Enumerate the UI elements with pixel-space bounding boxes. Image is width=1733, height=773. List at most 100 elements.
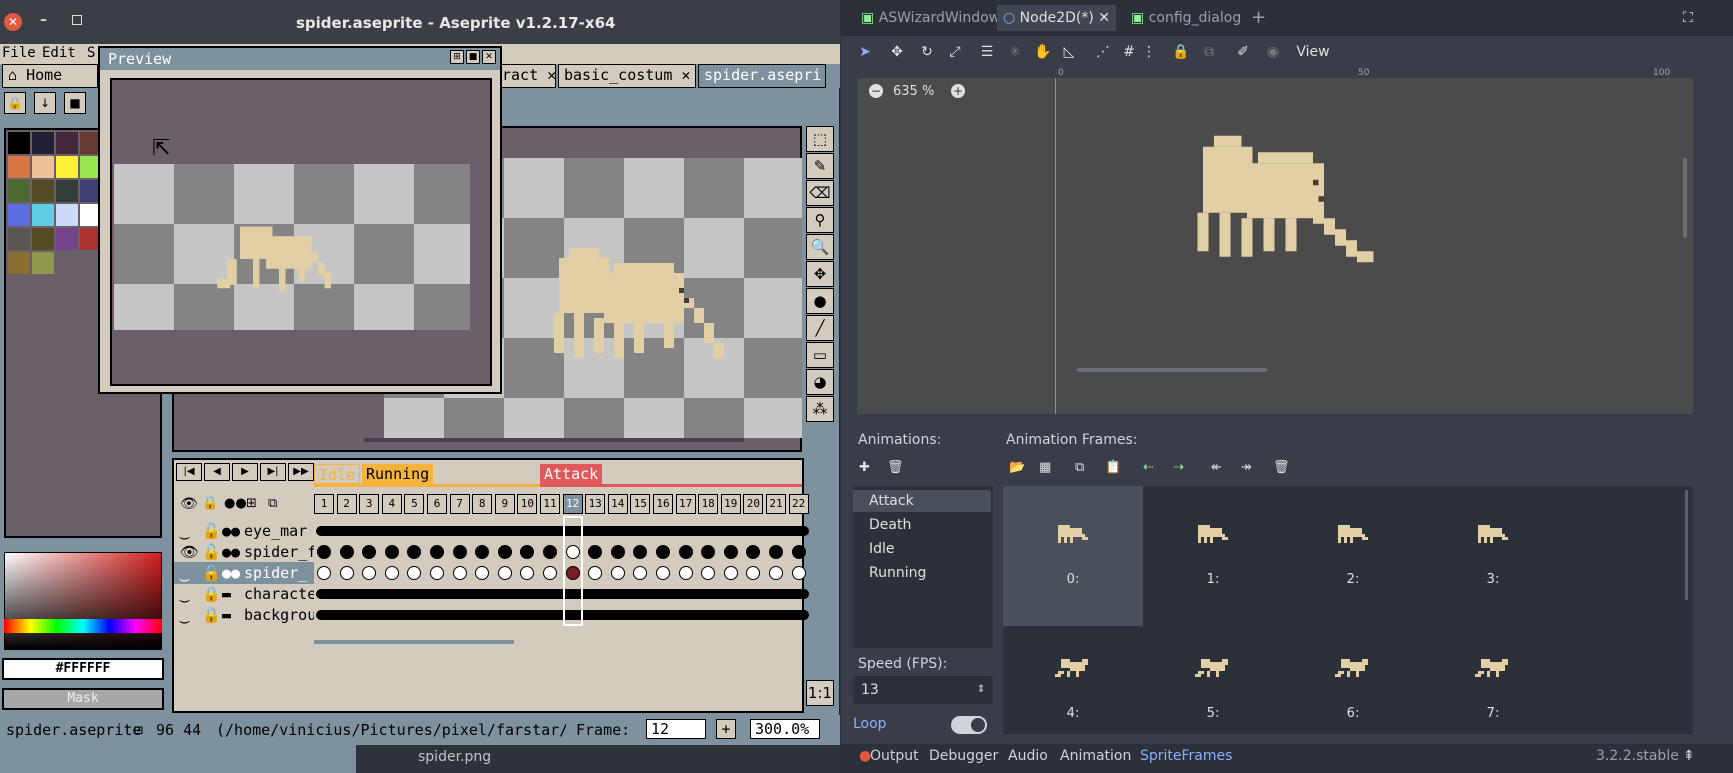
frame-number[interactable]: 20: [743, 494, 764, 514]
last-frame-icon[interactable]: ▶▶: [288, 463, 314, 481]
frame-number[interactable]: 16: [653, 494, 673, 514]
cel[interactable]: [769, 545, 783, 559]
line-tool-icon[interactable]: ╱: [806, 315, 834, 341]
preview-close-icon[interactable]: ✕: [482, 50, 496, 64]
tab-basic-costum[interactable]: basic_costum ✕: [558, 64, 696, 88]
cel[interactable]: [543, 545, 557, 559]
cel[interactable]: [362, 545, 377, 559]
new-animation-icon[interactable]: ✚: [859, 460, 875, 476]
frame-number[interactable]: 1: [314, 494, 334, 514]
frame-thumbnail[interactable]: 4:: [1003, 626, 1143, 734]
cel[interactable]: [520, 566, 535, 580]
move-left-icon[interactable]: ↞: [1211, 460, 1222, 475]
swatch[interactable]: [32, 228, 54, 250]
swatch[interactable]: [8, 180, 30, 202]
cel[interactable]: [746, 566, 761, 580]
rotate-mode-icon[interactable]: ↻: [917, 42, 937, 62]
cel[interactable]: [633, 545, 648, 559]
cel[interactable]: [610, 566, 625, 580]
preview-maximize-icon[interactable]: ■: [466, 50, 480, 64]
frame-number[interactable]: 8: [472, 494, 493, 514]
cel[interactable]: [543, 566, 557, 580]
swatch[interactable]: [56, 228, 78, 250]
color-spectrum[interactable]: [4, 552, 162, 650]
swatch[interactable]: [56, 180, 78, 202]
close-tab-icon[interactable]: ✕: [547, 66, 555, 84]
frame-number[interactable]: 7: [449, 494, 470, 514]
fill-tool-icon[interactable]: ●: [806, 288, 834, 314]
lock-icon[interactable]: 🔓: [202, 562, 221, 584]
list-select-icon[interactable]: ☰: [977, 42, 997, 62]
cel[interactable]: [723, 545, 738, 559]
lock-icon[interactable]: 🔒: [4, 92, 26, 114]
tag-idle[interactable]: Idle: [314, 464, 361, 484]
frame-thumbnail[interactable]: 6:: [1283, 626, 1423, 734]
frame-number[interactable]: 6: [427, 494, 447, 514]
loop-toggle[interactable]: [951, 716, 987, 734]
rectangle-tool-icon[interactable]: ▭: [806, 342, 834, 368]
select-tool-icon[interactable]: ➤: [855, 42, 875, 62]
minimize-icon[interactable]: –: [40, 12, 47, 28]
first-frame-icon[interactable]: |◀: [176, 463, 202, 481]
cel[interactable]: [769, 566, 783, 580]
pan-icon[interactable]: ✋: [1033, 42, 1053, 62]
zoom-input[interactable]: 300.0%: [750, 719, 820, 739]
skeleton-icon[interactable]: ✐: [1233, 42, 1253, 62]
frame-thumbnail[interactable]: 2:: [1283, 486, 1423, 626]
cel[interactable]: [407, 545, 422, 559]
animation-item-idle[interactable]: Idle: [853, 538, 991, 560]
snap-icon[interactable]: ⋰: [1093, 42, 1113, 62]
cel[interactable]: [588, 566, 603, 580]
cel[interactable]: [362, 566, 377, 580]
frame-number[interactable]: 17: [675, 494, 696, 514]
move-tool-icon[interactable]: ✥: [806, 261, 834, 287]
layer-blend-icon[interactable]: ⧉: [268, 496, 277, 511]
lock-icon[interactable]: 🔒: [202, 583, 221, 605]
cel[interactable]: [723, 566, 738, 580]
move-mode-icon[interactable]: ✥: [887, 42, 907, 62]
eraser-tool-icon[interactable]: ⌫: [806, 180, 834, 206]
swatch[interactable]: [8, 132, 30, 154]
marquee-tool-icon[interactable]: ⬚: [806, 126, 834, 152]
cel[interactable]: [565, 566, 580, 580]
cel[interactable]: [475, 566, 490, 580]
distraction-free-icon[interactable]: ⛶: [1683, 5, 1693, 31]
zoom-in-icon[interactable]: +: [951, 84, 965, 98]
eye-icon[interactable]: ‿: [180, 583, 189, 605]
frame-number[interactable]: 11: [540, 494, 560, 514]
zoom-1to1-button[interactable]: 1:1: [806, 680, 834, 706]
menu-file[interactable]: File: [2, 45, 36, 61]
layer-row[interactable]: ‿ 🔒 ▬ backgrou: [174, 604, 314, 626]
cel[interactable]: [317, 545, 331, 559]
frame-input[interactable]: 12: [646, 719, 706, 739]
grid-snap-icon[interactable]: #: [1119, 42, 1139, 62]
swatch[interactable]: [8, 228, 30, 250]
load-frames-icon[interactable]: 📂: [1009, 460, 1025, 475]
cel[interactable]: [791, 545, 806, 559]
animation-item-death[interactable]: Death: [853, 514, 991, 536]
swatch[interactable]: [32, 180, 54, 202]
linked-cel-bar[interactable]: [316, 526, 810, 536]
cel[interactable]: [452, 545, 467, 559]
prev-frame-icon[interactable]: ◀: [204, 463, 230, 481]
tab-ract[interactable]: ract ✕: [496, 64, 556, 88]
cel[interactable]: [317, 566, 331, 580]
lock-icon[interactable]: 🔓: [202, 541, 221, 563]
swatch[interactable]: [56, 132, 78, 154]
cel[interactable]: [610, 545, 625, 559]
move-right-icon[interactable]: ↠: [1241, 460, 1252, 475]
tab-spider-aseprite[interactable]: spider.asepri: [698, 64, 826, 88]
frame-number[interactable]: 21: [766, 494, 786, 514]
contour-tool-icon[interactable]: ◕: [806, 369, 834, 395]
tab-node2d[interactable]: ○ Node2D(*) ✕: [997, 5, 1117, 31]
color-hex-field[interactable]: #FFFFFF: [2, 658, 164, 680]
swatch[interactable]: [8, 204, 30, 226]
blur-tool-icon[interactable]: ⁂: [806, 396, 834, 422]
cel[interactable]: [339, 566, 354, 580]
frame-thumbnail[interactable]: 7:: [1423, 626, 1563, 734]
expand-panel-icon[interactable]: ⇞: [1683, 748, 1695, 764]
tag-attack[interactable]: Attack: [540, 464, 603, 484]
cel[interactable]: [384, 566, 399, 580]
add-tab-button[interactable]: +: [1251, 5, 1266, 31]
layer-row[interactable]: ‿ 🔓 ●● eye_mar: [174, 520, 314, 542]
